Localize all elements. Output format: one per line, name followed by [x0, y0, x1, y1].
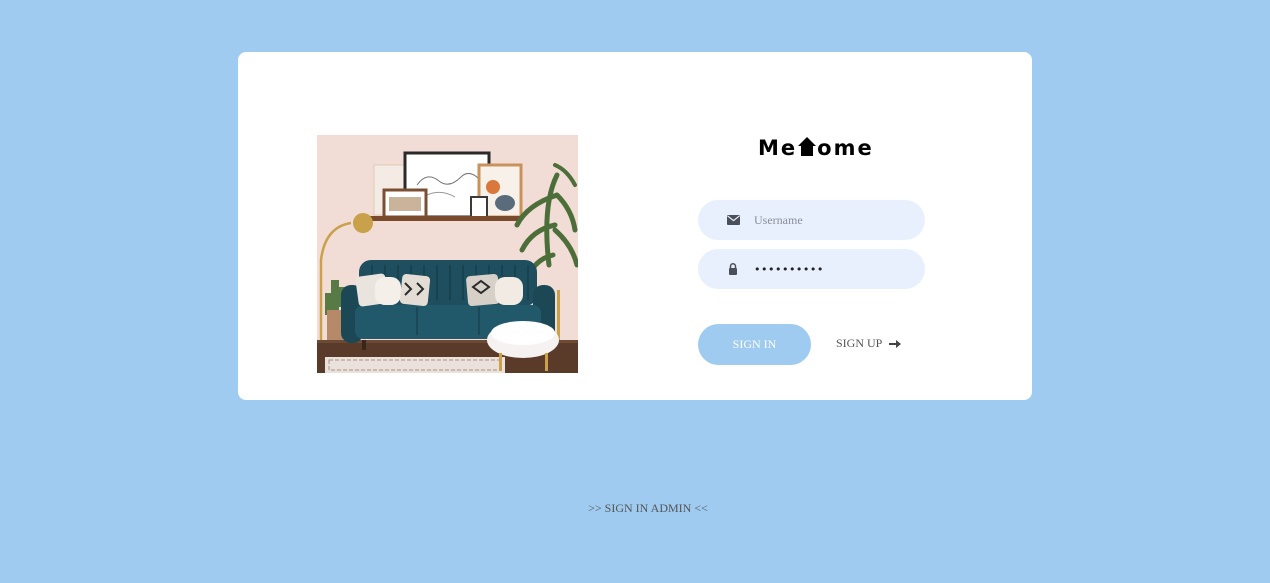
admin-sign-in-link[interactable]: >> SIGN IN ADMIN << [0, 501, 1270, 516]
logo-text-start: Me [758, 136, 798, 160]
sign-in-button[interactable]: SIGN IN [698, 324, 811, 365]
envelope-icon [726, 213, 740, 227]
password-input[interactable] [754, 262, 904, 276]
username-input[interactable] [754, 212, 904, 228]
living-room-photo [317, 135, 578, 373]
app-logo: Me ome [758, 136, 874, 160]
lock-icon [726, 262, 740, 276]
house-icon [798, 136, 817, 156]
password-field[interactable] [698, 249, 925, 289]
username-field[interactable] [698, 200, 925, 240]
sign-up-link[interactable]: SIGN UP [836, 336, 902, 351]
arrow-right-icon [889, 339, 902, 348]
login-card: Me ome SIGN IN SIGN UP [238, 52, 1032, 400]
sign-up-label: SIGN UP [836, 336, 883, 350]
logo-text-end: ome [817, 136, 874, 160]
